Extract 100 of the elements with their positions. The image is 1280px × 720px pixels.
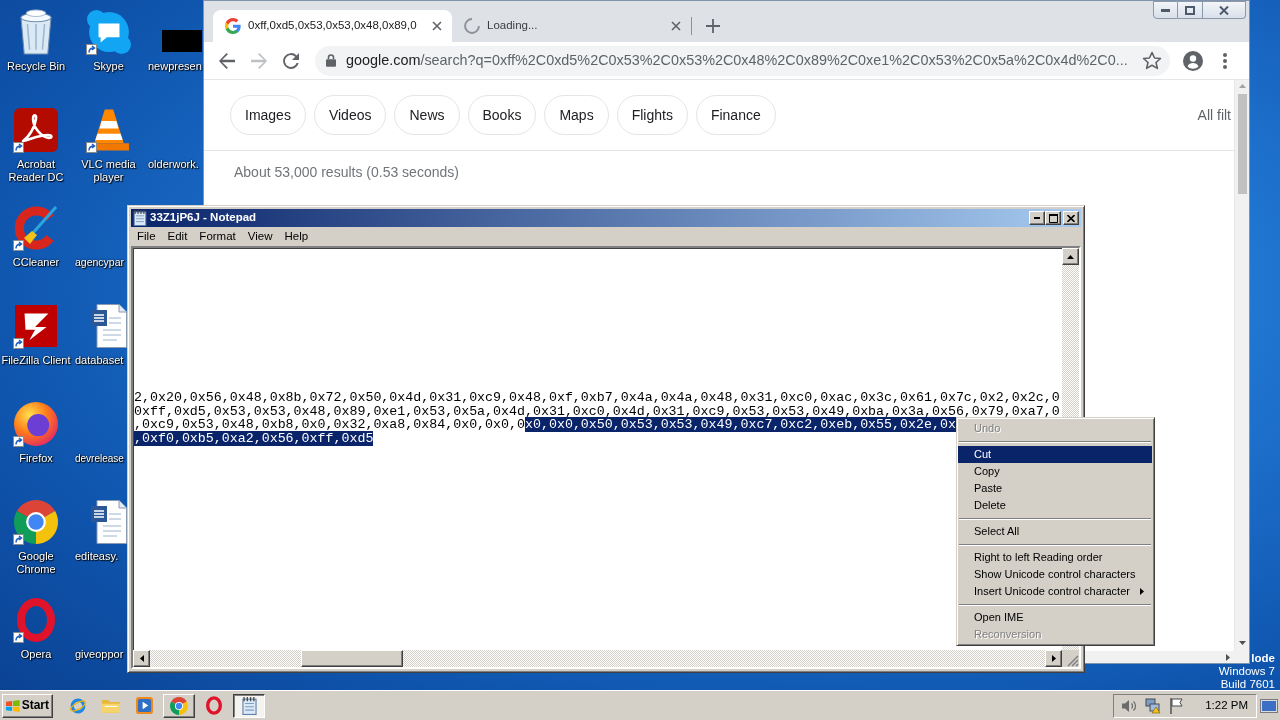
maximize-icon	[1048, 213, 1058, 223]
menu-item[interactable]: Format	[193, 229, 242, 244]
lock-icon	[326, 54, 336, 67]
network-icon[interactable]	[1145, 697, 1162, 714]
scrollbar-thumb[interactable]	[301, 650, 403, 667]
icon-label[interactable]: editeasy.	[75, 550, 119, 563]
scroll-left-button[interactable]	[133, 650, 150, 667]
opera-icon[interactable]	[17, 598, 55, 642]
icon-label[interactable]: olderwork.	[148, 158, 199, 171]
search-tab[interactable]: Books	[467, 95, 537, 135]
ccleaner-icon[interactable]	[14, 206, 58, 250]
word-document-icon[interactable]	[90, 500, 127, 544]
trash-bin-icon[interactable]	[19, 9, 53, 55]
clock[interactable]: 1:22 PM	[1205, 698, 1248, 713]
menu-item[interactable]: Edit	[161, 229, 194, 244]
menu-item[interactable]: Cut	[958, 446, 1152, 463]
scroll-right-button[interactable]	[1045, 650, 1062, 667]
search-tab[interactable]: Flights	[616, 95, 688, 135]
spinner-icon	[464, 18, 480, 34]
chrome-icon[interactable]	[14, 500, 58, 544]
menu-item[interactable]: File	[131, 229, 162, 244]
os-build-text: Build 7601	[1220, 678, 1275, 691]
profile-icon[interactable]	[1183, 50, 1203, 71]
menu-item[interactable]: Copy	[958, 463, 1152, 480]
play-icon	[135, 697, 153, 714]
search-tab[interactable]: Finance	[695, 95, 776, 135]
menu-item[interactable]: Open IME	[958, 609, 1152, 626]
search-tab[interactable]: Maps	[544, 95, 609, 135]
chrome-icon	[170, 696, 188, 715]
browser-tab[interactable]: Loading...	[452, 10, 691, 42]
word-document-icon[interactable]	[90, 304, 127, 348]
result-stats: About 53,000 results (0.53 seconds)	[233, 163, 460, 181]
menu-item[interactable]: Insert Unicode control character	[958, 583, 1152, 600]
text-line: 2,0x20,0x56,0x48,0x8b,0x72,0x50,0x4d,0x31,0xc9,0x48,0xf,0xb7,0x4a,0x4a,0x48,0x31,0xc0,0xac,0x3c,0x61,0x7c,0x2,0x2c,0	[134, 390, 1060, 405]
notepad-icon	[241, 696, 257, 715]
icon-label[interactable]: agencypar	[75, 256, 125, 269]
icon-label[interactable]: Opera	[20, 648, 52, 661]
scroll-up-button[interactable]	[1062, 248, 1079, 265]
reload-icon[interactable]	[283, 52, 299, 69]
close-icon	[1067, 214, 1075, 222]
close-icon[interactable]	[432, 21, 442, 31]
new-tab-icon[interactable]	[706, 19, 720, 33]
search-tab[interactable]: Images	[230, 95, 306, 135]
icon-label[interactable]: VLC media player	[72, 158, 145, 184]
selected-text: ,0xf0,0xb5,0xa2,0x56,0xff,0xd5	[134, 430, 374, 446]
windows-logo-icon	[6, 698, 20, 713]
menu-item[interactable]: Help	[278, 229, 315, 244]
scrollbar-thumb[interactable]	[1237, 94, 1247, 194]
icon-label[interactable]: Skype	[93, 60, 124, 73]
icon-label[interactable]: databaset	[75, 354, 124, 367]
icon-label[interactable]: Acrobat Reader DC	[0, 158, 72, 184]
icon-label[interactable]: Recycle Bin	[6, 60, 66, 73]
opera-icon	[206, 696, 222, 715]
maximize-button[interactable]	[1178, 1, 1203, 19]
start-button[interactable]: Start	[2, 693, 53, 718]
icon-label[interactable]: giveoppor	[75, 648, 124, 661]
maximize-icon	[1185, 5, 1195, 15]
scroll-right-arrow-icon[interactable]	[1226, 653, 1230, 661]
size-grip-icon[interactable]	[1067, 655, 1079, 667]
filters-link[interactable]: All filt	[1197, 106, 1231, 124]
icon-label[interactable]: newpresen	[148, 60, 202, 73]
close-button[interactable]	[1203, 1, 1246, 19]
selected-text: x0,0x0,0x50,0x53,0x53,0x49,0xc7,0xc2,0xeb,0x55,0x2e,0x	[525, 417, 956, 432]
google-icon	[225, 18, 241, 34]
speaker-icon[interactable]	[1121, 698, 1138, 713]
left-arrow-icon	[139, 655, 144, 662]
minimize-icon	[1161, 8, 1170, 12]
lightning-bolt-icon[interactable]	[15, 305, 57, 347]
address-bar[interactable]: google.com/search?q=0xff%2C0xd5%2C0x53%2C0x53%2C0x48%2C0x89%2C0xe1%2C0x53%2C0x5a%2C0x4d%2C0...	[315, 45, 1170, 76]
minimize-icon	[1034, 217, 1040, 219]
back-arrow-icon[interactable]	[219, 52, 235, 69]
icon-label[interactable]: Google Chrome	[0, 550, 72, 576]
scroll-down-arrow-icon[interactable]	[1238, 641, 1246, 645]
search-tab[interactable]: Videos	[313, 95, 387, 135]
star-icon[interactable]	[1142, 51, 1162, 70]
window-title: 33Z1jP6J - Notepad	[150, 211, 257, 225]
minimize-button[interactable]	[1153, 1, 1178, 19]
taskbar-button[interactable]	[233, 693, 265, 718]
icon-label[interactable]: Firefox	[19, 452, 53, 465]
orbit-ring-icon	[69, 696, 87, 715]
menu-icon[interactable]	[1223, 52, 1227, 69]
acrobat-icon[interactable]	[14, 108, 58, 152]
chat-bubble-icon[interactable]	[86, 10, 131, 54]
flag-icon[interactable]	[1169, 697, 1184, 714]
close-icon	[1219, 5, 1229, 15]
icon-label[interactable]: CCleaner	[12, 256, 60, 269]
menu-item[interactable]: Right to left Reading order	[958, 549, 1152, 566]
close-icon[interactable]	[671, 21, 681, 31]
icon-label[interactable]: devrelease	[75, 452, 124, 465]
menu-item[interactable]: Paste	[958, 480, 1152, 497]
menu-item[interactable]: Show Unicode control characters	[958, 566, 1152, 583]
search-tab[interactable]: News	[394, 95, 460, 135]
icon-label[interactable]: FileZilla Client	[1, 354, 71, 367]
show-desktop-icon[interactable]	[1260, 698, 1278, 713]
menu-item[interactable]: Select All	[958, 523, 1152, 540]
browser-tab[interactable]: 0xff,0xd5,0x53,0x53,0x48,0x89,0	[213, 10, 452, 42]
menu-item[interactable]: Delete	[958, 497, 1152, 514]
folder-icon	[102, 698, 120, 713]
menu-item[interactable]: View	[241, 229, 279, 244]
firefox-icon[interactable]	[14, 402, 58, 446]
